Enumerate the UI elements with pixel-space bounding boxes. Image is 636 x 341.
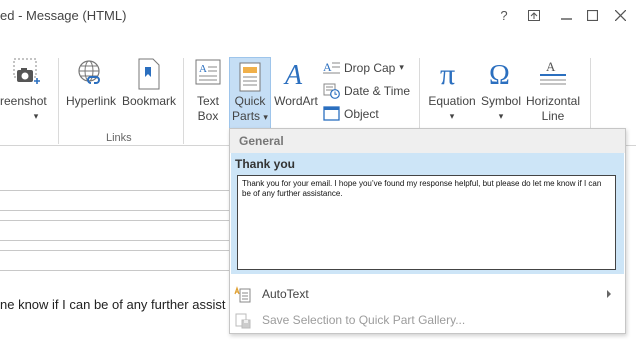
screenshot-icon (13, 58, 40, 84)
object-label: Object (344, 106, 379, 121)
date-time-icon (323, 83, 340, 99)
quick-parts-label-line2: Parts ▾ (230, 109, 270, 125)
save-selection-icon (235, 313, 251, 329)
svg-text:A: A (199, 63, 207, 75)
gallery-category-header: General (230, 129, 625, 153)
drop-cap-caret: ▾ (399, 62, 404, 72)
cc-field[interactable] (0, 220, 240, 241)
minimize-icon (560, 18, 572, 20)
maximize-icon (586, 9, 598, 22)
text-box-label-line2: Box (197, 109, 219, 123)
autotext-label: AutoText (262, 287, 309, 301)
ribbon-separator (58, 58, 59, 144)
screenshot-dropdown-caret: ▾ (33, 111, 39, 121)
close-icon (614, 9, 626, 22)
ribbon-display-icon (528, 10, 540, 21)
hyperlink-label: Hyperlink (65, 94, 116, 108)
save-selection-label: Save Selection to Quick Part Gallery... (262, 313, 466, 327)
save-selection-menu-item[interactable]: Save Selection to Quick Part Gallery... (230, 308, 625, 332)
window-title: ed - Message (HTML) (0, 8, 127, 23)
quick-part-preview: Thank you for your email. I hope you’ve … (237, 175, 616, 270)
date-time-button[interactable]: Date & Time (323, 83, 410, 99)
quick-part-thank-you[interactable]: Thank you Thank you for your email. I ho… (231, 153, 624, 274)
date-time-label: Date & Time (344, 84, 411, 98)
quick-parts-label-line1: Quick (234, 94, 266, 108)
ribbon-separator (183, 58, 184, 144)
svg-text:A: A (323, 60, 332, 74)
message-body-text[interactable]: ne know if I can be of any further assis… (0, 297, 225, 312)
omega-icon: Ω (489, 60, 510, 88)
wordart-icon: A (283, 60, 303, 90)
quick-parts-button[interactable]: Quick Parts ▾ (229, 57, 271, 129)
svg-text:π: π (440, 58, 455, 88)
autotext-menu-item[interactable]: AutoText (230, 282, 625, 306)
autotext-icon (234, 286, 251, 303)
bookmark-label: Bookmark (121, 94, 177, 108)
object-icon (323, 106, 340, 121)
svg-text:A: A (283, 60, 303, 90)
quick-parts-caret: ▾ (263, 112, 268, 122)
equation-label: Equation (428, 94, 476, 108)
subject-field[interactable] (0, 250, 240, 271)
horizontal-line-label-line2: Line (541, 109, 565, 123)
text-box-label-line1: Text (196, 94, 219, 108)
to-field[interactable] (0, 190, 240, 211)
text-box-button[interactable]: A Text Box (188, 52, 228, 146)
screenshot-button[interactable]: reenshot ▾ (0, 52, 54, 146)
drop-cap-button[interactable]: A Drop Cap ▾ (323, 60, 404, 75)
bookmark-icon (138, 58, 160, 90)
symbol-caret: ▾ (498, 111, 504, 121)
drop-cap-label: Drop Cap (344, 60, 396, 75)
svg-text:A: A (546, 59, 556, 74)
object-button[interactable]: Object (323, 106, 379, 121)
minimize-button[interactable] (554, 6, 578, 26)
quick-parts-label-text: Parts (232, 109, 261, 123)
svg-text:Ω: Ω (489, 60, 510, 88)
maximize-button[interactable] (580, 6, 604, 26)
hyperlink-icon (78, 60, 100, 84)
title-bar: ed - Message (HTML) ? (0, 0, 636, 32)
help-button[interactable]: ? (492, 6, 516, 26)
equation-caret: ▾ (449, 111, 455, 121)
symbol-label: Symbol (480, 94, 521, 108)
screenshot-label: reenshot (0, 94, 47, 108)
close-button[interactable] (608, 6, 632, 26)
quick-parts-menu: General Thank you Thank you for your ema… (229, 128, 626, 334)
quick-part-name: Thank you (235, 157, 296, 171)
ribbon-display-options-button[interactable] (522, 6, 546, 26)
horizontal-line-label-line1: Horizontal (525, 94, 581, 108)
quick-parts-icon (239, 62, 261, 92)
drop-cap-icon: A (323, 60, 340, 74)
wordart-label: WordArt (274, 94, 318, 108)
text-box-icon: A (195, 59, 221, 85)
submenu-arrow-icon (607, 290, 611, 298)
links-group-label: Links (106, 132, 132, 144)
pi-icon: π (440, 58, 455, 88)
horizontal-line-icon: A (540, 59, 566, 85)
